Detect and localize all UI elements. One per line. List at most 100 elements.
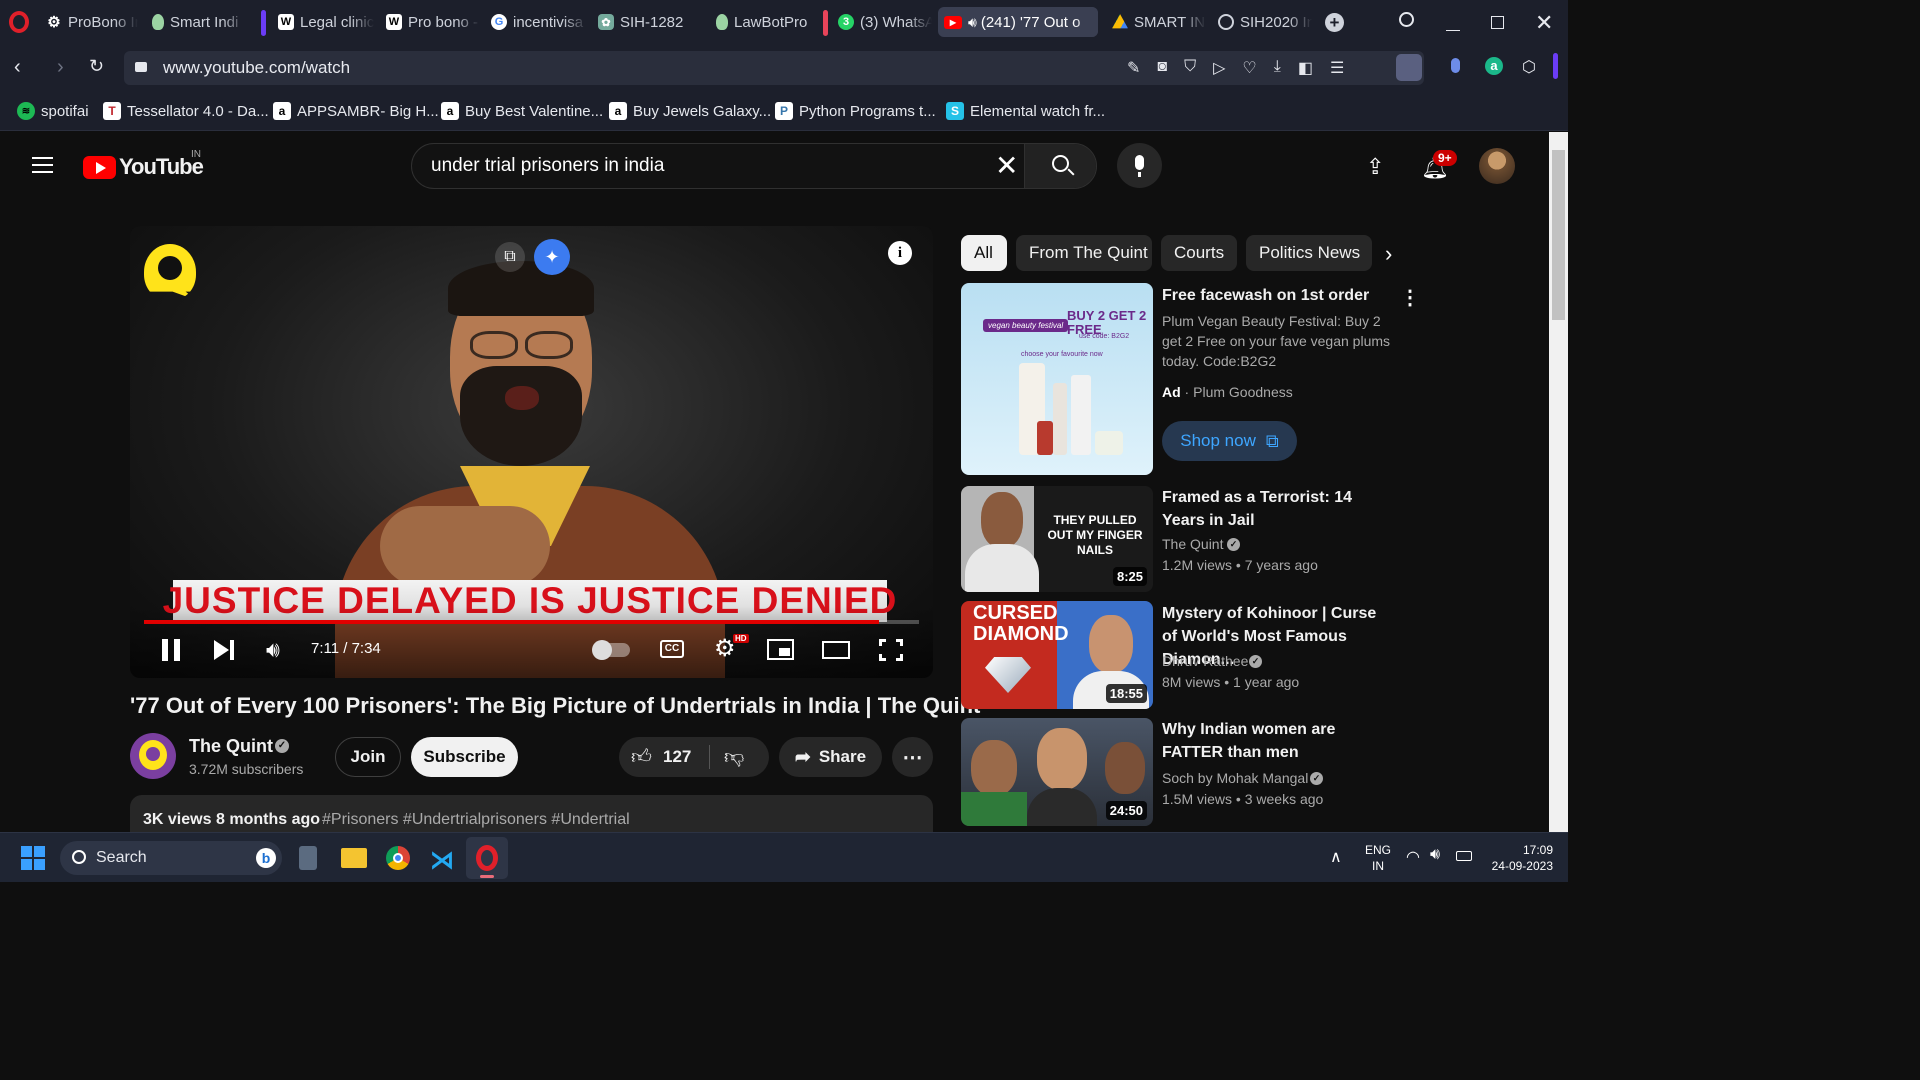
reload-button[interactable]: ↻: [89, 56, 104, 77]
scrollbar-thumb[interactable]: [1552, 150, 1565, 320]
pause-button[interactable]: [162, 639, 180, 661]
chip-all[interactable]: All: [961, 235, 1007, 271]
rec-thumbnail[interactable]: CURSED DIAMOND 18:55: [961, 601, 1153, 709]
ad-menu-icon[interactable]: ⋮: [1400, 285, 1420, 310]
rec-thumbnail[interactable]: 24:50: [961, 718, 1153, 826]
search-input[interactable]: under trial prisoners in india: [431, 155, 664, 177]
sidebar-icon[interactable]: ◧: [1298, 58, 1313, 78]
chips-next-icon[interactable]: ›: [1385, 241, 1392, 267]
chrome-icon[interactable]: [386, 846, 410, 870]
bookmark-tessellator[interactable]: T Tessellator 4.0 - Da...: [103, 102, 269, 120]
url-text[interactable]: www.youtube.com/watch: [163, 58, 350, 78]
mic-extension-icon[interactable]: [1451, 58, 1460, 73]
aria-icon[interactable]: a: [1485, 57, 1503, 75]
volume-icon[interactable]: 🔊︎: [1430, 846, 1440, 864]
tab-whatsapp[interactable]: 3 (3) WhatsA: [832, 7, 932, 37]
more-actions-button[interactable]: ⋯: [892, 737, 933, 777]
bing-icon[interactable]: b: [256, 848, 276, 868]
autoplay-toggle[interactable]: [592, 640, 630, 660]
opera-taskbar-icon[interactable]: [466, 837, 508, 879]
rec-title[interactable]: Why Indian women are FATTER than men: [1162, 718, 1394, 764]
opera-icon[interactable]: [9, 11, 29, 33]
heart-icon[interactable]: ♡: [1242, 58, 1256, 78]
share-button[interactable]: ➦ Share: [779, 737, 882, 777]
theater-mode-button[interactable]: [822, 641, 850, 659]
shop-now-button[interactable]: Shop now ⧉: [1162, 421, 1297, 461]
new-tab-button[interactable]: +: [1325, 13, 1344, 32]
bookmark-spotifai[interactable]: ≋ spotifai: [17, 102, 89, 120]
download-icon[interactable]: ⤓: [1274, 58, 1281, 78]
channel-name[interactable]: The Quint: [189, 736, 273, 757]
tray-overflow-icon[interactable]: ∧: [1330, 847, 1342, 867]
restore-button[interactable]: [1491, 16, 1504, 29]
rec-title[interactable]: Framed as a Terrorist: 14 Years in Jail: [1162, 486, 1394, 532]
volume-button[interactable]: 🔊︎: [266, 637, 280, 663]
next-button[interactable]: [214, 640, 236, 660]
taskbar-search[interactable]: Search b: [60, 841, 282, 875]
tab-legal-clinic[interactable]: W Legal clinic: [272, 7, 374, 37]
windows-start-icon[interactable]: [21, 846, 45, 870]
bookmark-valentine[interactable]: a Buy Best Valentine...: [441, 102, 603, 120]
wifi-icon[interactable]: ◠: [1406, 847, 1420, 867]
tab-smart-in[interactable]: SMART IN: [1106, 7, 1206, 37]
miniplayer-button[interactable]: [767, 639, 794, 660]
play-icon[interactable]: ▷: [1213, 58, 1225, 78]
rec-channel[interactable]: Soch by Mohak Mangal: [1162, 768, 1308, 788]
back-button[interactable]: ‹: [14, 56, 21, 79]
hashtags[interactable]: #Prisoners #Undertrialprisoners #Undertr…: [322, 811, 630, 829]
subscribe-button[interactable]: Subscribe: [411, 737, 518, 777]
captions-button[interactable]: CC: [660, 640, 684, 658]
miniplayer-overlay-icon[interactable]: ⧉: [495, 242, 525, 272]
profile-button[interactable]: [1396, 54, 1422, 81]
channel-avatar[interactable]: [130, 733, 176, 779]
tab-lawbotpro[interactable]: LawBotPro: [710, 7, 810, 37]
file-explorer-icon[interactable]: [341, 848, 367, 868]
scrollbar[interactable]: [1549, 132, 1568, 832]
clock[interactable]: 17:09 24-09-2023: [1487, 842, 1553, 874]
fullscreen-button[interactable]: [879, 639, 903, 661]
minimize-button[interactable]: [1446, 30, 1460, 31]
search-button[interactable]: [1024, 144, 1096, 188]
bookmark-jewels[interactable]: a Buy Jewels Galaxy...: [609, 102, 771, 120]
youtube-logo[interactable]: YouTube: [83, 154, 204, 180]
bookmark-python[interactable]: P Python Programs t...: [775, 102, 936, 120]
shield-icon[interactable]: ⛉: [1184, 58, 1196, 78]
join-button[interactable]: Join: [335, 737, 401, 777]
edit-icon[interactable]: ✎: [1127, 58, 1140, 78]
menu-icon[interactable]: ☰: [1330, 58, 1344, 78]
extensions-icon[interactable]: ⬡: [1522, 57, 1536, 77]
dislike-button[interactable]: 👎︎: [712, 737, 769, 777]
rec-channel[interactable]: Dhruv Rathee: [1162, 651, 1248, 671]
tab-smart-india[interactable]: Smart Indi: [146, 7, 246, 37]
upload-icon[interactable]: ⇪: [1366, 154, 1384, 180]
battery-icon[interactable]: [1456, 851, 1472, 861]
forward-button[interactable]: ›: [57, 56, 64, 79]
tab-youtube-active[interactable]: ▶ 🔊︎ (241) '77 Out o: [938, 7, 1098, 37]
ask-ai-icon[interactable]: ✦: [534, 239, 570, 275]
clear-search-icon[interactable]: ✕: [995, 149, 1018, 182]
guide-menu-icon[interactable]: [32, 157, 53, 173]
tab-pro-bono[interactable]: W Pro bono -: [380, 7, 480, 37]
rec-channel[interactable]: The Quint: [1162, 534, 1223, 554]
tab-sih2020[interactable]: SIH2020 In: [1212, 7, 1312, 37]
vscode-icon[interactable]: ⋊: [430, 846, 454, 875]
avatar[interactable]: [1479, 148, 1515, 184]
chip-politics-news[interactable]: Politics News: [1246, 235, 1372, 271]
tab-probono[interactable]: ⚙ ProBono Ir: [40, 7, 138, 37]
voice-search-button[interactable]: [1117, 143, 1162, 188]
ad-thumbnail[interactable]: vegan beauty festival BUY 2 GET 2 FREE u…: [961, 283, 1153, 475]
info-icon[interactable]: i: [888, 241, 912, 265]
like-button[interactable]: 👍︎ 127: [619, 737, 709, 777]
camera-icon[interactable]: ◙: [1157, 58, 1167, 78]
tab-incentivisa[interactable]: G incentivisa: [485, 7, 587, 37]
language-indicator[interactable]: ENG IN: [1365, 842, 1391, 874]
calculator-icon[interactable]: [299, 846, 317, 870]
speaker-icon[interactable]: 🔊︎: [968, 14, 977, 31]
bookmark-appsambr[interactable]: a APPSAMBR- Big H...: [273, 102, 439, 120]
ad-title[interactable]: Free facewash on 1st order: [1162, 284, 1394, 307]
rec-thumbnail[interactable]: THEY PULLED OUT MY FINGER NAILS 8:25: [961, 486, 1153, 592]
chip-from-the-quint[interactable]: From The Quint: [1016, 235, 1152, 271]
close-window-button[interactable]: ✕: [1535, 10, 1553, 36]
tab-search-icon[interactable]: [1399, 12, 1414, 27]
bookmark-elemental[interactable]: S Elemental watch fr...: [946, 102, 1105, 120]
